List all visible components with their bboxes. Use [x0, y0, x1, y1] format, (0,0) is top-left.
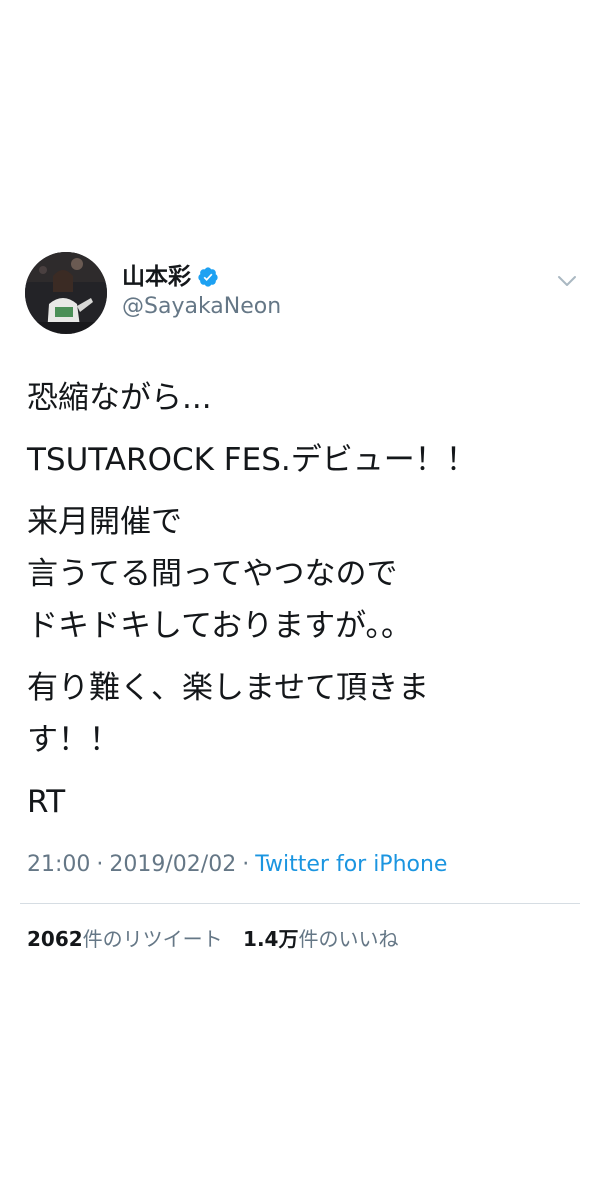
avatar[interactable]	[25, 252, 107, 334]
display-name-row: 山本彩	[122, 262, 219, 292]
tweet-paragraph: RT	[27, 784, 66, 820]
avatar-photo	[25, 252, 107, 334]
likes-count: 1.4万	[243, 927, 299, 951]
tweet-source-link[interactable]: Twitter for iPhone	[255, 852, 447, 877]
likes-label: 件のいいね	[298, 927, 399, 951]
tweet-time: 21:00	[27, 852, 91, 877]
tweet-text: 恐縮ながら... TSUTAROCK FES.デビュー！！ 来月開催で 言うてる…	[27, 372, 567, 838]
retweets-label: 件のリツイート	[82, 927, 223, 951]
tweet-stats: 2062件のリツイート 1.4万件のいいね	[27, 924, 412, 954]
chevron-down-icon[interactable]	[552, 266, 582, 296]
tweet-detail: 山本彩 @SayakaNeon 恐縮ながら... TSUTAROCK FES.デ…	[0, 0, 600, 1200]
tweet-paragraph: 来月開催で 言うてる間ってやつなので ドキドキしておりますが。。	[27, 504, 413, 644]
tweet-paragraph: 有り難く、楽しませて頂きま す！！	[27, 670, 430, 758]
user-handle[interactable]: @SayakaNeon	[122, 293, 281, 321]
verified-badge-icon	[197, 266, 219, 288]
divider	[20, 903, 580, 904]
tweet-paragraph: 恐縮ながら...	[27, 380, 212, 416]
retweets-stat[interactable]: 2062件のリツイート	[27, 924, 223, 954]
meta-separator: ·	[96, 852, 104, 877]
tweet-paragraph: TSUTAROCK FES.デビュー！！	[27, 442, 477, 478]
tweet-date: 2019/02/02	[109, 852, 237, 877]
meta-separator: ·	[242, 852, 250, 877]
display-name[interactable]: 山本彩	[122, 262, 191, 292]
retweets-count: 2062	[27, 927, 83, 951]
likes-stat[interactable]: 1.4万件のいいね	[243, 924, 398, 954]
tweet-meta: 21:00 · 2019/02/02 · Twitter for iPhone	[27, 850, 447, 880]
